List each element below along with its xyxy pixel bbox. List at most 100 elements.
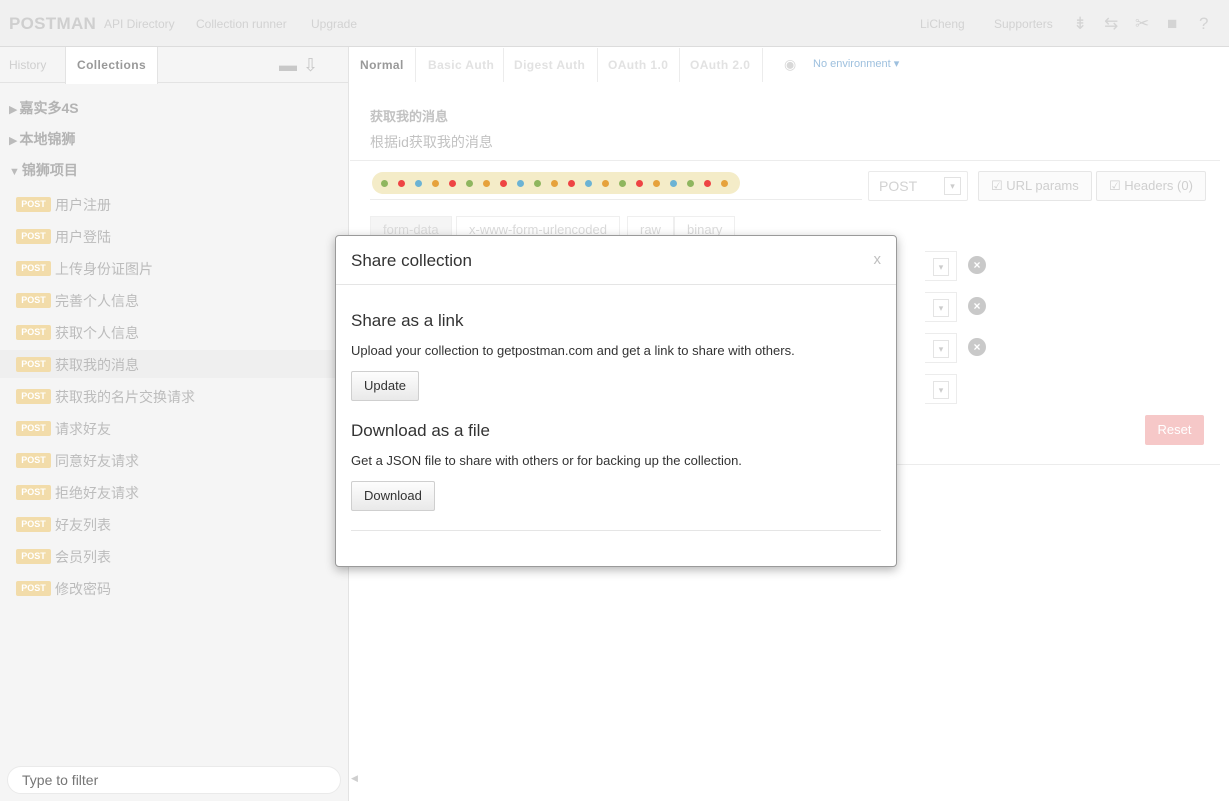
edit-icon: ☑ xyxy=(991,178,1007,193)
import-collection-icon[interactable]: ⇩ xyxy=(303,55,318,76)
download-file-heading: Download as a file xyxy=(351,421,490,440)
request-name: 拒绝好友请求 xyxy=(55,485,139,501)
nav-upgrade[interactable]: Upgrade xyxy=(311,17,357,31)
caret-right-icon: ▶ xyxy=(9,135,18,147)
divider xyxy=(597,48,598,82)
download-button[interactable]: Download xyxy=(351,481,435,511)
filter-input[interactable] xyxy=(7,766,341,794)
nav-collection-runner[interactable]: Collection runner xyxy=(196,17,287,31)
method-badge: POST xyxy=(16,581,51,596)
method-badge: POST xyxy=(16,549,51,564)
remove-row-icon[interactable]: × xyxy=(968,256,986,274)
tab-normal[interactable]: Normal xyxy=(360,48,404,82)
twitter-icon[interactable]: ■ xyxy=(1167,14,1177,34)
download-file-text: Get a JSON file to share with others or … xyxy=(351,453,742,468)
request-item[interactable]: POST 获取个人信息 xyxy=(0,318,349,346)
caret-down-icon: ▼ xyxy=(9,166,20,178)
request-item[interactable]: POST 拒绝好友请求 xyxy=(0,478,349,506)
tab-oauth2[interactable]: OAuth 2.0 xyxy=(690,48,750,82)
tab-digest-auth[interactable]: Digest Auth xyxy=(514,48,585,82)
sidebar: History Collections ▬ ⇩ ▶ 嘉实多4S ▶ 本地锦狮 ▼ 锦狮… xyxy=(0,47,349,801)
method-badge: POST xyxy=(16,517,51,532)
method-badge: POST xyxy=(16,261,51,276)
method-badge: POST xyxy=(16,293,51,308)
method-badge: POST xyxy=(16,389,51,404)
request-title: 获取我的消息 xyxy=(370,109,449,124)
chevron-down-icon: ▾ xyxy=(933,340,949,358)
request-name: 用户注册 xyxy=(55,197,111,213)
request-description: 根据id获取我的消息 xyxy=(370,134,493,150)
folder-jiashiduo[interactable]: ▶ 嘉实多4S xyxy=(9,98,79,118)
chevron-down-icon: ▾ xyxy=(933,299,949,317)
eye-icon[interactable]: ◉ xyxy=(784,56,796,73)
update-button[interactable]: Update xyxy=(351,371,419,401)
close-icon[interactable]: x xyxy=(874,251,882,268)
url-input-redacted[interactable] xyxy=(372,172,740,194)
chevron-down-icon: ▾ xyxy=(944,177,961,195)
collapse-sidebar-icon[interactable]: ◀ xyxy=(351,773,358,784)
share-link-text: Upload your collection to getpostman.com… xyxy=(351,343,795,358)
request-item[interactable]: POST 上传身份证图片 xyxy=(0,254,349,282)
folder-jinshi-project[interactable]: ▼ 锦狮项目 xyxy=(9,160,78,180)
divider xyxy=(350,160,1220,161)
request-item[interactable]: POST 用户注册 xyxy=(0,190,349,218)
request-name: 上传身份证图片 xyxy=(55,261,153,277)
request-name: 获取个人信息 xyxy=(55,325,139,341)
request-name: 同意好友请求 xyxy=(55,453,139,469)
sync-icon[interactable]: ⇟ xyxy=(1073,14,1087,34)
user-name[interactable]: LiCheng xyxy=(920,17,965,31)
help-icon[interactable]: ? xyxy=(1199,14,1208,34)
share-link-heading: Share as a link xyxy=(351,311,464,330)
request-item-selected[interactable]: POST 获取我的消息 xyxy=(0,350,349,378)
remove-row-icon[interactable]: × xyxy=(968,338,986,356)
method-badge: POST xyxy=(16,485,51,500)
share-collection-modal: Share collection x Share as a link Uploa… xyxy=(335,235,897,567)
url-params-button[interactable]: ☑ URL params xyxy=(978,171,1092,201)
param-type-select[interactable]: ▾ xyxy=(925,251,957,281)
chevron-down-icon: ▾ xyxy=(933,258,949,276)
headers-button[interactable]: ☑ Headers (0) xyxy=(1096,171,1206,201)
top-bar: POSTMAN API Directory Collection runner … xyxy=(0,0,1229,47)
request-name: 获取我的消息 xyxy=(55,357,139,373)
caret-right-icon: ▶ xyxy=(9,104,18,116)
divider xyxy=(679,48,680,82)
request-item[interactable]: POST 同意好友请求 xyxy=(0,446,349,474)
param-type-select[interactable]: ▾ xyxy=(925,374,957,404)
nav-api-directory[interactable]: API Directory xyxy=(104,17,175,31)
tab-oauth1[interactable]: OAuth 1.0 xyxy=(608,48,668,82)
divider xyxy=(503,48,504,82)
new-collection-icon[interactable]: ▬ xyxy=(279,55,297,76)
request-item[interactable]: POST 修改密码 xyxy=(0,574,349,602)
method-select[interactable]: POST ▾ xyxy=(868,171,968,201)
supporters-link[interactable]: Supporters xyxy=(994,17,1053,31)
request-name: 好友列表 xyxy=(55,517,111,533)
environment-select[interactable]: No environment ▾ xyxy=(813,57,899,70)
method-badge: POST xyxy=(16,421,51,436)
tab-history[interactable]: History xyxy=(9,47,46,83)
request-item[interactable]: POST 好友列表 xyxy=(0,510,349,538)
param-type-select[interactable]: ▾ xyxy=(925,333,957,363)
request-item[interactable]: POST 会员列表 xyxy=(0,542,349,570)
folder-local-jinshi[interactable]: ▶ 本地锦狮 xyxy=(9,129,75,149)
remove-row-icon[interactable]: × xyxy=(968,297,986,315)
request-item[interactable]: POST 请求好友 xyxy=(0,414,349,442)
app-logo[interactable]: POSTMAN xyxy=(9,14,96,34)
request-name: 请求好友 xyxy=(55,421,111,437)
swap-icon[interactable]: ⇆ xyxy=(1104,14,1118,34)
sidebar-tabs: History Collections ▬ ⇩ xyxy=(0,47,349,84)
request-item[interactable]: POST 获取我的名片交换请求 xyxy=(0,382,349,410)
request-name: 获取我的名片交换请求 xyxy=(55,389,195,405)
caret-down-icon: ▾ xyxy=(890,58,900,70)
tab-basic-auth[interactable]: Basic Auth xyxy=(428,48,494,82)
request-name: 完善个人信息 xyxy=(55,293,139,309)
method-badge: POST xyxy=(16,453,51,468)
request-item[interactable]: POST 完善个人信息 xyxy=(0,286,349,314)
tab-collections[interactable]: Collections xyxy=(65,47,158,84)
reset-button[interactable]: Reset xyxy=(1145,415,1204,445)
param-type-select[interactable]: ▾ xyxy=(925,292,957,322)
settings-icon[interactable]: ✂ xyxy=(1135,14,1149,34)
chevron-down-icon: ▾ xyxy=(933,381,949,399)
request-name: 修改密码 xyxy=(55,581,111,597)
request-item[interactable]: POST 用户登陆 xyxy=(0,222,349,250)
edit-icon: ☑ xyxy=(1109,178,1125,193)
